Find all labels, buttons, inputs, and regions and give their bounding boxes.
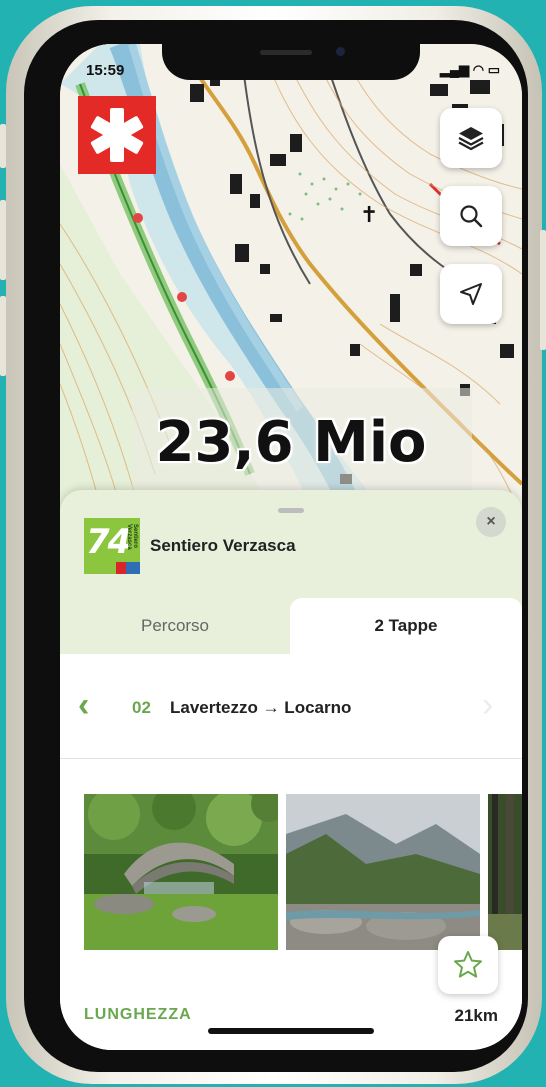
route-logo-blue-stripe: [126, 562, 140, 574]
visitor-count-overlay: 23,6 Mio: [155, 410, 427, 475]
close-button[interactable]: ×: [476, 507, 506, 537]
route-number: 74: [86, 522, 131, 562]
route-name: Sentiero Verzasca: [150, 536, 296, 555]
stone-bridge-photo[interactable]: [84, 794, 278, 950]
layers-icon: [458, 127, 484, 151]
status-indicators: ▂▄▆ ◠ ▭: [439, 62, 500, 77]
swiss-cross-asterisk-icon: [90, 108, 144, 162]
home-indicator[interactable]: [208, 1028, 374, 1034]
navigation-arrow-icon: [460, 283, 482, 305]
volume-up-button: [0, 200, 6, 280]
front-camera: [336, 47, 345, 56]
river-valley-photo[interactable]: [286, 794, 480, 950]
stage-number: 02: [132, 698, 151, 717]
favorite-button[interactable]: [438, 936, 498, 994]
length-label: LUNGHEZZA: [84, 1006, 192, 1023]
device-notch: [162, 44, 420, 80]
mute-switch: [0, 124, 6, 168]
search-button[interactable]: [440, 186, 502, 246]
previous-stage-chevron-icon[interactable]: ‹: [78, 688, 89, 722]
sheet-grabber[interactable]: [278, 508, 304, 513]
search-icon: [460, 205, 483, 228]
power-button: [540, 230, 546, 350]
tab-percorso[interactable]: Percorso: [60, 598, 290, 654]
stage-content: ‹ 02 Lavertezzo → Locarno › LUNGHEZZA 21…: [60, 654, 522, 1050]
tab-bar: Percorso 2 Tappe: [60, 598, 522, 654]
status-time: 15:59: [86, 62, 125, 79]
route-logo-red-stripe: [116, 562, 126, 574]
forest-photo[interactable]: [488, 794, 522, 950]
volume-down-button: [0, 296, 6, 376]
tab-tappe[interactable]: 2 Tappe: [290, 598, 522, 654]
stage-selector: ‹ 02 Lavertezzo → Locarno ›: [60, 654, 522, 759]
route-logo: 74 Sentiero Verzasca: [84, 518, 140, 574]
app-logo[interactable]: [78, 96, 156, 174]
next-stage-chevron-icon[interactable]: ›: [482, 688, 493, 722]
route-bottom-sheet[interactable]: × 74 Sentiero Verzasca Sentiero Verzasca…: [60, 490, 522, 1050]
star-icon: [454, 951, 482, 978]
earpiece-speaker: [260, 50, 312, 55]
layers-button[interactable]: [440, 108, 502, 168]
app-screen: ✝ 15:59 ▂▄▆ ◠ ▭ 23,6 Mio × 74 Sentiero V…: [60, 44, 522, 1050]
svg-text:✝: ✝: [360, 203, 378, 228]
locate-button[interactable]: [440, 264, 502, 324]
stage-name: Lavertezzo → Locarno: [170, 698, 352, 717]
length-value: 21km: [454, 1006, 498, 1025]
